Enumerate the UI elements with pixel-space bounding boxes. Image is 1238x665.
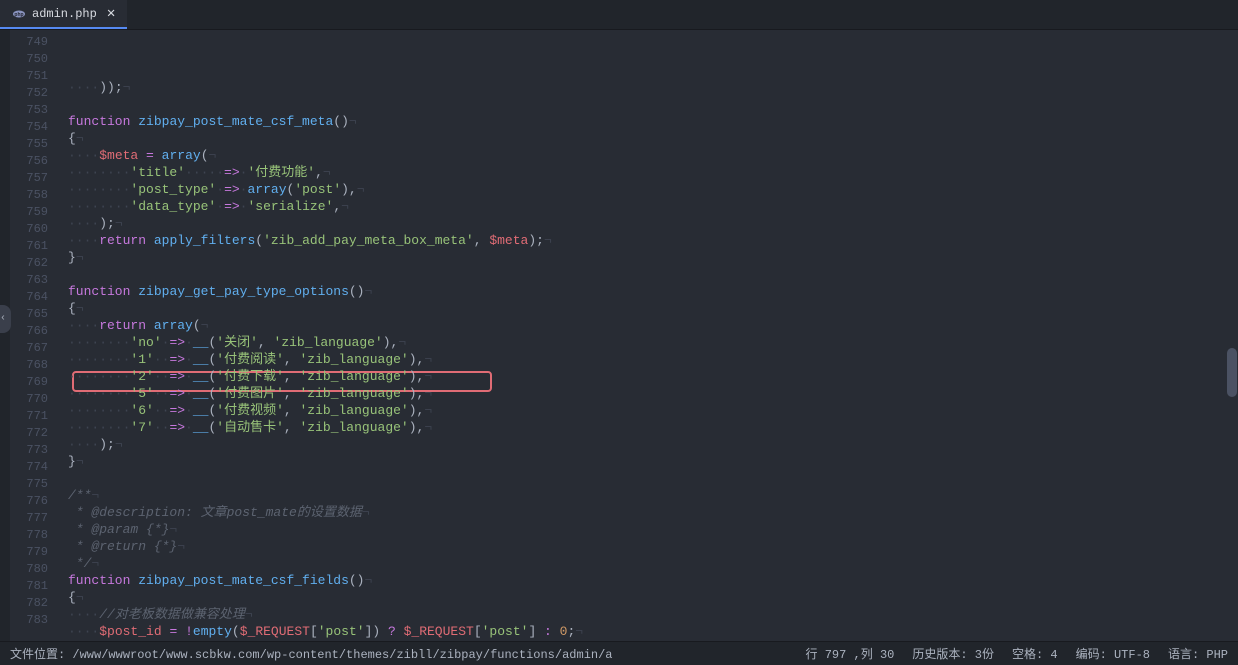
code-line[interactable]	[68, 96, 1238, 113]
code-line[interactable]: ········'1'··=>·__('付费阅读', 'zib_language…	[68, 351, 1238, 368]
status-left: 文件位置: /www/wwwroot/www.scbkw.com/wp-cont…	[10, 645, 613, 662]
code-line[interactable]: ········'2'··=>·__('付费下载', 'zib_language…	[68, 368, 1238, 385]
code-line[interactable]	[68, 266, 1238, 283]
indent-spaces[interactable]: 空格: 4	[1012, 645, 1058, 662]
file-path: /www/wwwroot/www.scbkw.com/wp-content/th…	[72, 648, 612, 662]
code-line[interactable]: ····));¬	[68, 79, 1238, 96]
line-number[interactable]: 781	[10, 578, 60, 595]
code-line[interactable]: * @description: 文章post_mate的设置数据¬	[68, 504, 1238, 521]
line-number[interactable]: 779	[10, 544, 60, 561]
line-number[interactable]: 768	[10, 357, 60, 374]
line-number[interactable]: 755	[10, 136, 60, 153]
code-line[interactable]: * @param {*}¬	[68, 521, 1238, 538]
line-number[interactable]: 775	[10, 476, 60, 493]
tab-title: admin.php	[32, 7, 97, 21]
scrollbar-thumb[interactable]	[1227, 348, 1237, 397]
code-line[interactable]: function zibpay_post_mate_csf_meta()¬	[68, 113, 1238, 130]
code-line[interactable]: ········'5'··=>·__('付费图片', 'zib_language…	[68, 385, 1238, 402]
line-number[interactable]: 750	[10, 51, 60, 68]
line-number-gutter[interactable]: 7497507517527537547557567577587597607617…	[10, 30, 60, 641]
code-line[interactable]: /**¬	[68, 487, 1238, 504]
editor-area: ‹ 74975075175275375475575675775875976076…	[0, 30, 1238, 641]
code-line[interactable]: ····//对老板数据做兼容处理¬	[68, 606, 1238, 623]
code-line[interactable]: ····$meta = array(¬	[68, 147, 1238, 164]
line-number[interactable]: 762	[10, 255, 60, 272]
line-number[interactable]: 758	[10, 187, 60, 204]
code-line[interactable]: function zibpay_post_mate_csf_fields()¬	[68, 572, 1238, 589]
chevron-left-icon: ‹	[0, 313, 6, 324]
file-location[interactable]: 文件位置: /www/wwwroot/www.scbkw.com/wp-cont…	[10, 645, 613, 662]
line-number[interactable]: 761	[10, 238, 60, 255]
file-tab[interactable]: php admin.php ✕	[0, 0, 127, 29]
line-number[interactable]: 774	[10, 459, 60, 476]
code-line[interactable]: {¬	[68, 589, 1238, 606]
code-line[interactable]: ········'post_type'·=>·array('post'),¬	[68, 181, 1238, 198]
line-number[interactable]: 771	[10, 408, 60, 425]
code-line[interactable]: ····);¬	[68, 215, 1238, 232]
code-line[interactable]: * @return {*}¬	[68, 538, 1238, 555]
line-number[interactable]: 777	[10, 510, 60, 527]
left-panel-edge: ‹	[0, 30, 10, 641]
code-line[interactable]: ········'no'·=>·__('关闭', 'zib_language')…	[68, 334, 1238, 351]
code-line[interactable]: function zibpay_get_pay_type_options()¬	[68, 283, 1238, 300]
code-line[interactable]: ········'7'··=>·__('自动售卡', 'zib_language…	[68, 419, 1238, 436]
line-number[interactable]: 783	[10, 612, 60, 629]
status-right: 行 797 ,列 30 历史版本: 3份 空格: 4 编码: UTF-8 语言:…	[806, 645, 1228, 662]
status-bar: 文件位置: /www/wwwroot/www.scbkw.com/wp-cont…	[0, 641, 1238, 665]
code-line[interactable]: {¬	[68, 300, 1238, 317]
vertical-scrollbar[interactable]	[1226, 30, 1238, 641]
code-line[interactable]: }¬	[68, 249, 1238, 266]
code-line[interactable]: ········'6'··=>·__('付费视频', 'zib_language…	[68, 402, 1238, 419]
line-number[interactable]: 764	[10, 289, 60, 306]
code-line[interactable]: }¬	[68, 453, 1238, 470]
line-number[interactable]: 749	[10, 34, 60, 51]
line-number[interactable]: 753	[10, 102, 60, 119]
line-number[interactable]: 765	[10, 306, 60, 323]
line-number[interactable]: 772	[10, 425, 60, 442]
php-file-icon: php	[12, 7, 26, 21]
line-number[interactable]: 778	[10, 527, 60, 544]
line-number[interactable]: 756	[10, 153, 60, 170]
code-line[interactable]: {¬	[68, 130, 1238, 147]
line-number[interactable]: 766	[10, 323, 60, 340]
code-line[interactable]: */¬	[68, 555, 1238, 572]
line-number[interactable]: 754	[10, 119, 60, 136]
line-number[interactable]: 757	[10, 170, 60, 187]
line-number[interactable]: 769	[10, 374, 60, 391]
file-encoding[interactable]: 编码: UTF-8	[1076, 645, 1150, 662]
svg-text:php: php	[14, 12, 23, 18]
file-language[interactable]: 语言: PHP	[1168, 645, 1228, 662]
line-number[interactable]: 759	[10, 204, 60, 221]
panel-expand-handle[interactable]: ‹	[0, 305, 11, 333]
line-number[interactable]: 776	[10, 493, 60, 510]
code-line[interactable]: ····);¬	[68, 436, 1238, 453]
line-number[interactable]: 773	[10, 442, 60, 459]
line-number[interactable]: 770	[10, 391, 60, 408]
code-line[interactable]: ····if ($post_id) {¬	[68, 640, 1238, 641]
line-number[interactable]: 752	[10, 85, 60, 102]
line-number[interactable]: 751	[10, 68, 60, 85]
code-line[interactable]: ····return apply_filters('zib_add_pay_me…	[68, 232, 1238, 249]
cursor-position[interactable]: 行 797 ,列 30	[806, 645, 895, 662]
tab-bar: php admin.php ✕	[0, 0, 1238, 30]
line-number[interactable]: 767	[10, 340, 60, 357]
close-icon[interactable]: ✕	[107, 5, 115, 22]
code-content[interactable]: ····));¬ function zibpay_post_mate_csf_me…	[60, 30, 1238, 641]
history-versions[interactable]: 历史版本: 3份	[912, 645, 994, 662]
line-number[interactable]: 763	[10, 272, 60, 289]
code-line[interactable]: ····$post_id = !empty($_REQUEST['post'])…	[68, 623, 1238, 640]
code-line[interactable]: ········'data_type'·=>·'serialize',¬	[68, 198, 1238, 215]
line-number[interactable]: 780	[10, 561, 60, 578]
code-line[interactable]	[68, 470, 1238, 487]
code-line[interactable]: ········'title'·····=>·'付费功能',¬	[68, 164, 1238, 181]
file-location-label: 文件位置:	[10, 648, 65, 662]
code-line[interactable]: ····return array(¬	[68, 317, 1238, 334]
line-number[interactable]: 760	[10, 221, 60, 238]
line-number[interactable]: 782	[10, 595, 60, 612]
